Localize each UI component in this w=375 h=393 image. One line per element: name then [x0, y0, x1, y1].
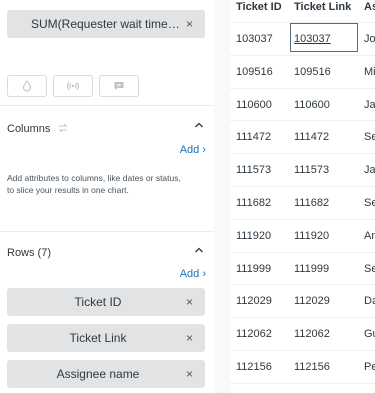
row-attribute-pill[interactable]: Ticket ID ×: [7, 288, 205, 316]
row-attribute-label: Assignee name: [56, 367, 140, 381]
collapse-columns-icon[interactable]: [194, 121, 204, 129]
assignee-cell: Ja: [364, 164, 375, 176]
ticket-link-cell[interactable]: 110600: [294, 99, 330, 111]
remove-row-icon[interactable]: ×: [186, 288, 193, 316]
assignee-cell: Pe: [364, 361, 375, 373]
column-header[interactable]: Ticket ID: [236, 1, 282, 21]
ticket-id-cell: 111472: [236, 131, 272, 143]
row-separator: [230, 350, 375, 351]
row-attribute-pill[interactable]: Assignee name ×: [7, 360, 205, 388]
swap-icon: [59, 123, 68, 133]
ticket-link-cell[interactable]: 111920: [294, 230, 329, 242]
rows-title: Rows (7): [7, 247, 52, 259]
ticket-id-cell: 111573: [236, 164, 272, 176]
ticket-link-cell[interactable]: 112156: [294, 361, 330, 373]
query-config-panel: SUM(Requester wait time (d… × Columns Ad…: [0, 0, 214, 393]
row-separator: [230, 284, 375, 285]
ticket-link-cell[interactable]: 111573: [294, 164, 329, 176]
ticket-link-cell[interactable]: 112062: [294, 328, 330, 340]
metric-pill[interactable]: SUM(Requester wait time (d… ×: [7, 10, 205, 38]
row-attribute-label: Ticket Link: [69, 331, 127, 345]
columns-title: Columns: [7, 123, 51, 135]
visualization-toolbar: [7, 75, 139, 97]
drop-icon: [22, 80, 32, 92]
remove-row-icon[interactable]: ×: [186, 360, 193, 388]
color-button[interactable]: [7, 75, 47, 97]
row-separator: [230, 88, 375, 89]
assignee-cell: Ja: [364, 99, 375, 111]
row-separator: [230, 219, 375, 220]
assignee-cell: Se: [364, 131, 375, 143]
selected-cell-outline: [290, 23, 358, 52]
ticket-id-cell: 103037: [236, 33, 273, 45]
row-separator: [230, 383, 375, 384]
row-separator: [230, 55, 375, 56]
ticket-id-cell: 112156: [236, 361, 272, 373]
assignee-cell: Gu: [364, 328, 375, 340]
ticket-link-cell[interactable]: 112029: [294, 295, 330, 307]
explore-query-builder: SUM(Requester wait time (d… × Columns Ad…: [0, 0, 375, 393]
collapse-rows-icon[interactable]: [194, 246, 204, 254]
remove-metric-icon[interactable]: ×: [186, 10, 193, 38]
row-separator: [230, 120, 375, 121]
comment-button[interactable]: [99, 75, 139, 97]
row-attribute-pill[interactable]: Ticket Link ×: [7, 324, 205, 352]
ticket-link-cell[interactable]: 111999: [294, 263, 329, 275]
add-column-link[interactable]: Add ›: [180, 144, 206, 156]
assignee-cell: Jo: [364, 33, 375, 45]
signal-button[interactable]: [53, 75, 93, 97]
panel-separator: [214, 0, 230, 393]
ticket-id-cell: 111999: [236, 263, 272, 275]
section-divider: [0, 105, 214, 106]
column-header[interactable]: As: [364, 1, 375, 21]
comment-icon: [114, 82, 124, 90]
ticket-id-cell: 111682: [236, 197, 272, 209]
add-row-link[interactable]: Add ›: [180, 268, 206, 280]
row-attribute-label: Ticket ID: [74, 295, 122, 309]
ticket-id-cell: 109516: [236, 66, 273, 78]
signal-icon: [67, 81, 79, 91]
assignee-cell: Mi: [364, 66, 375, 78]
ticket-id-cell: 112029: [236, 295, 272, 307]
ticket-id-cell: 110600: [236, 99, 272, 111]
columns-header: Columns: [7, 122, 69, 135]
row-separator: [230, 317, 375, 318]
ticket-id-cell: 111920: [236, 230, 272, 242]
row-separator: [230, 252, 375, 253]
ticket-link-cell[interactable]: 111682: [294, 197, 329, 209]
assignee-cell: An: [364, 230, 375, 242]
assignee-cell: Da: [364, 295, 375, 307]
assignee-cell: Se: [364, 263, 375, 275]
results-table: Ticket ID Ticket Link As 103037103037Jo1…: [230, 0, 375, 393]
row-separator: [230, 186, 375, 187]
row-separator: [230, 153, 375, 154]
columns-help-text: Add attributes to columns, like dates or…: [7, 173, 181, 195]
metric-label: SUM(Requester wait time (d…: [31, 17, 181, 31]
remove-row-icon[interactable]: ×: [186, 324, 193, 352]
ticket-link-cell[interactable]: 111472: [294, 131, 329, 143]
ticket-id-cell: 112062: [236, 328, 272, 340]
section-divider: [0, 231, 214, 232]
ticket-link-cell[interactable]: 109516: [294, 66, 331, 78]
assignee-cell: Se: [364, 197, 375, 209]
column-header[interactable]: Ticket Link: [294, 1, 351, 21]
